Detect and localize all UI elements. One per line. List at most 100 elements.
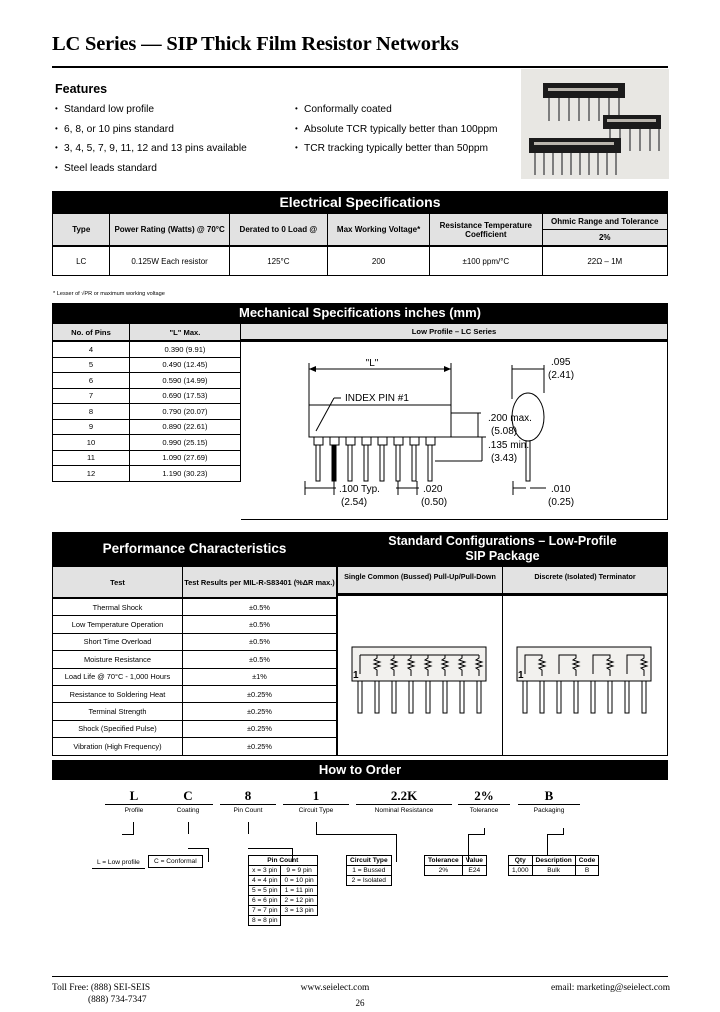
features-right-column: Conformally coated Absolute TCR typicall… bbox=[295, 103, 525, 163]
order-code-tolerance: 2% bbox=[474, 788, 494, 803]
configuration-bussed-diagram: 1 bbox=[338, 596, 503, 755]
feature-item: Conformally coated bbox=[295, 103, 525, 115]
table-row: 2 = Isolated bbox=[346, 875, 392, 886]
page-number: 26 bbox=[355, 998, 365, 1008]
dim-index-pin-label: INDEX PIN #1 bbox=[345, 393, 409, 404]
cell-length: 0.590 (14.99) bbox=[128, 372, 242, 389]
performance-characteristics-band: Performance Characteristics bbox=[52, 532, 337, 566]
table-row: 7 = 7 pin 3 = 13 pin bbox=[247, 905, 318, 916]
table-row: Resistance to Soldering Heat ±0.25% bbox=[52, 684, 338, 704]
legend-coating: C = Conformal bbox=[148, 855, 203, 868]
col-derated: Derated to 0 Load @ bbox=[228, 213, 328, 247]
order-field-packaging: B Packaging bbox=[518, 788, 580, 815]
leader-line-tolerance-2 bbox=[468, 834, 485, 835]
features-heading: Features bbox=[55, 82, 108, 96]
page-title: LC Series — SIP Thick Film Resistor Netw… bbox=[52, 33, 459, 55]
order-label-profile: Profile bbox=[124, 807, 144, 815]
col-test-results: Test Results per MIL-R-S83401 (%ΔR max.) bbox=[181, 566, 338, 599]
col-power-rating: Power Rating (Watts) @ 70°C bbox=[109, 213, 230, 247]
leader-line-coating-3 bbox=[188, 848, 209, 849]
title-divider bbox=[52, 66, 668, 68]
circuit-type-cell: 2 = Isolated bbox=[346, 875, 392, 886]
table-row: 12 1.190 (30.23) bbox=[52, 465, 242, 482]
order-code-pin-count: 8 bbox=[244, 788, 252, 803]
col-power-rating-l1: Power Rating bbox=[114, 225, 166, 234]
table-row: 1,000 Bulk B bbox=[508, 865, 600, 876]
table-row: 2% E24 bbox=[424, 865, 487, 876]
cell-result: ±0.25% bbox=[181, 702, 338, 721]
footer-toll-free-l1: Toll Free: (888) SEI-SEIS bbox=[52, 983, 151, 993]
col-tcr-l1: Resistance bbox=[439, 220, 482, 230]
feature-item: Standard low profile bbox=[55, 103, 305, 115]
cell-length: 1.190 (30.23) bbox=[128, 465, 242, 482]
table-row: Shock (Specified Pulse) ±0.25% bbox=[52, 719, 338, 739]
packaging-qty-cell: 1,000 bbox=[508, 865, 533, 876]
dim-height-min-l2: (3.43) bbox=[491, 453, 517, 464]
dim-thickness-l2: (2.41) bbox=[548, 370, 574, 381]
pin-count-title: Pin Count bbox=[248, 855, 318, 866]
mechanical-subheader: Low Profile – LC Series bbox=[241, 324, 667, 340]
table-row: Vibration (High Frequency) ±0.25% bbox=[52, 737, 338, 756]
cell-length: 1.090 (27.69) bbox=[128, 449, 242, 466]
col-derated-l2: 0 Load @ bbox=[281, 225, 318, 234]
order-code-nominal-resistance: 2.2K bbox=[390, 788, 418, 803]
pin-count-cell: 3 = 13 pin bbox=[280, 905, 318, 916]
dim-height-min-l1: .135 min. bbox=[488, 440, 529, 451]
table-header-row: Qty Description Code bbox=[508, 855, 600, 866]
pin-count-cell: 7 = 7 pin bbox=[247, 905, 282, 916]
cell-result: ±0.5% bbox=[181, 597, 338, 617]
cell-result: ±1% bbox=[181, 667, 338, 686]
packaging-desc-cell: Bulk bbox=[531, 865, 576, 876]
circuit-type-cell: 1 = Bussed bbox=[346, 865, 392, 876]
pin-count-cell: 1 = 11 pin bbox=[280, 885, 318, 896]
table-header-row: Type Power Rating (Watts) @ 70°C Derated… bbox=[51, 213, 669, 247]
legend-profile: L = Low profile bbox=[92, 857, 145, 869]
cell-pins: 9 bbox=[52, 418, 130, 435]
feature-item: 6, 8, or 10 pins standard bbox=[55, 123, 305, 135]
dim-pitch-l1: .100 Typ. bbox=[339, 484, 380, 495]
table-row: 6 = 6 pin 2 = 12 pin bbox=[247, 895, 318, 906]
datasheet-page: LC Series — SIP Thick Film Resistor Netw… bbox=[0, 0, 720, 1012]
mechanical-pin-table: No. of Pins "L" Max. 4 0.390 (9.91) 5 0.… bbox=[52, 323, 242, 482]
pin-count-cell: 6 = 6 pin bbox=[247, 895, 282, 906]
cell-test: Shock (Specified Pulse) bbox=[52, 719, 183, 739]
cell-test: Resistance to Soldering Heat bbox=[52, 684, 183, 704]
order-rule bbox=[283, 804, 349, 806]
configuration-isolated-header-l1: Discrete (Isolated) bbox=[534, 572, 597, 581]
cell-pins: 11 bbox=[52, 449, 130, 466]
dim-lead-thick-l2: (0.25) bbox=[548, 497, 574, 508]
cell-length: 0.990 (25.15) bbox=[128, 434, 242, 451]
packaging-code-cell: B bbox=[574, 865, 600, 876]
circuit-type-title: Circuit Type bbox=[346, 855, 392, 866]
product-photo bbox=[521, 69, 669, 179]
col-ohmic-range: Ohmic Range and Tolerance bbox=[541, 213, 669, 230]
dim-length-label: "L" bbox=[366, 358, 379, 369]
how-to-order-band: How to Order bbox=[52, 760, 668, 780]
cell-test: Terminal Strength bbox=[52, 702, 183, 721]
standard-configurations-band: Standard Configurations – Low-Profile SI… bbox=[337, 532, 668, 566]
order-rule bbox=[220, 804, 276, 806]
col-max-voltage-l2: Voltage* bbox=[388, 225, 421, 234]
cell-pins: 4 bbox=[52, 340, 130, 358]
legend-coating-text: C = Conformal bbox=[154, 858, 197, 865]
table-row: Load Life @ 70°C - 1,000 Hours ±1% bbox=[52, 667, 338, 686]
feature-item: Absolute TCR typically better than 100pp… bbox=[295, 123, 525, 135]
col-l-max: "L" Max. bbox=[128, 323, 242, 342]
packaging-code-header: Code bbox=[574, 855, 600, 866]
cell-pins: 5 bbox=[52, 356, 130, 373]
footer-website[interactable]: www.seielect.com bbox=[275, 982, 395, 994]
col-type: Type bbox=[51, 213, 111, 247]
cell-power-l2: Each resistor bbox=[161, 256, 208, 266]
feature-item: 3, 4, 5, 7, 9, 11, 12 and 13 pins availa… bbox=[55, 142, 305, 154]
cell-result: ±0.25% bbox=[181, 684, 338, 704]
order-field-coating: C Coating bbox=[163, 788, 213, 815]
cell-test: Low Temperature Operation bbox=[52, 615, 183, 634]
mechanical-thick-rule bbox=[241, 340, 667, 343]
order-field-tolerance: 2% Tolerance bbox=[458, 788, 510, 815]
footer-email[interactable]: email: marketing@seielect.com bbox=[520, 982, 670, 994]
table-row: Low Temperature Operation ±0.5% bbox=[52, 615, 338, 634]
col-power-rating-l2: (Watts) @ 70°C bbox=[167, 225, 225, 234]
configuration-bussed-header-l1: Single Common (Bussed) bbox=[344, 572, 432, 581]
table-row: 5 = 5 pin 1 = 11 pin bbox=[247, 885, 318, 896]
table-header-row: Test Test Results per MIL-R-S83401 (%ΔR … bbox=[52, 566, 338, 599]
